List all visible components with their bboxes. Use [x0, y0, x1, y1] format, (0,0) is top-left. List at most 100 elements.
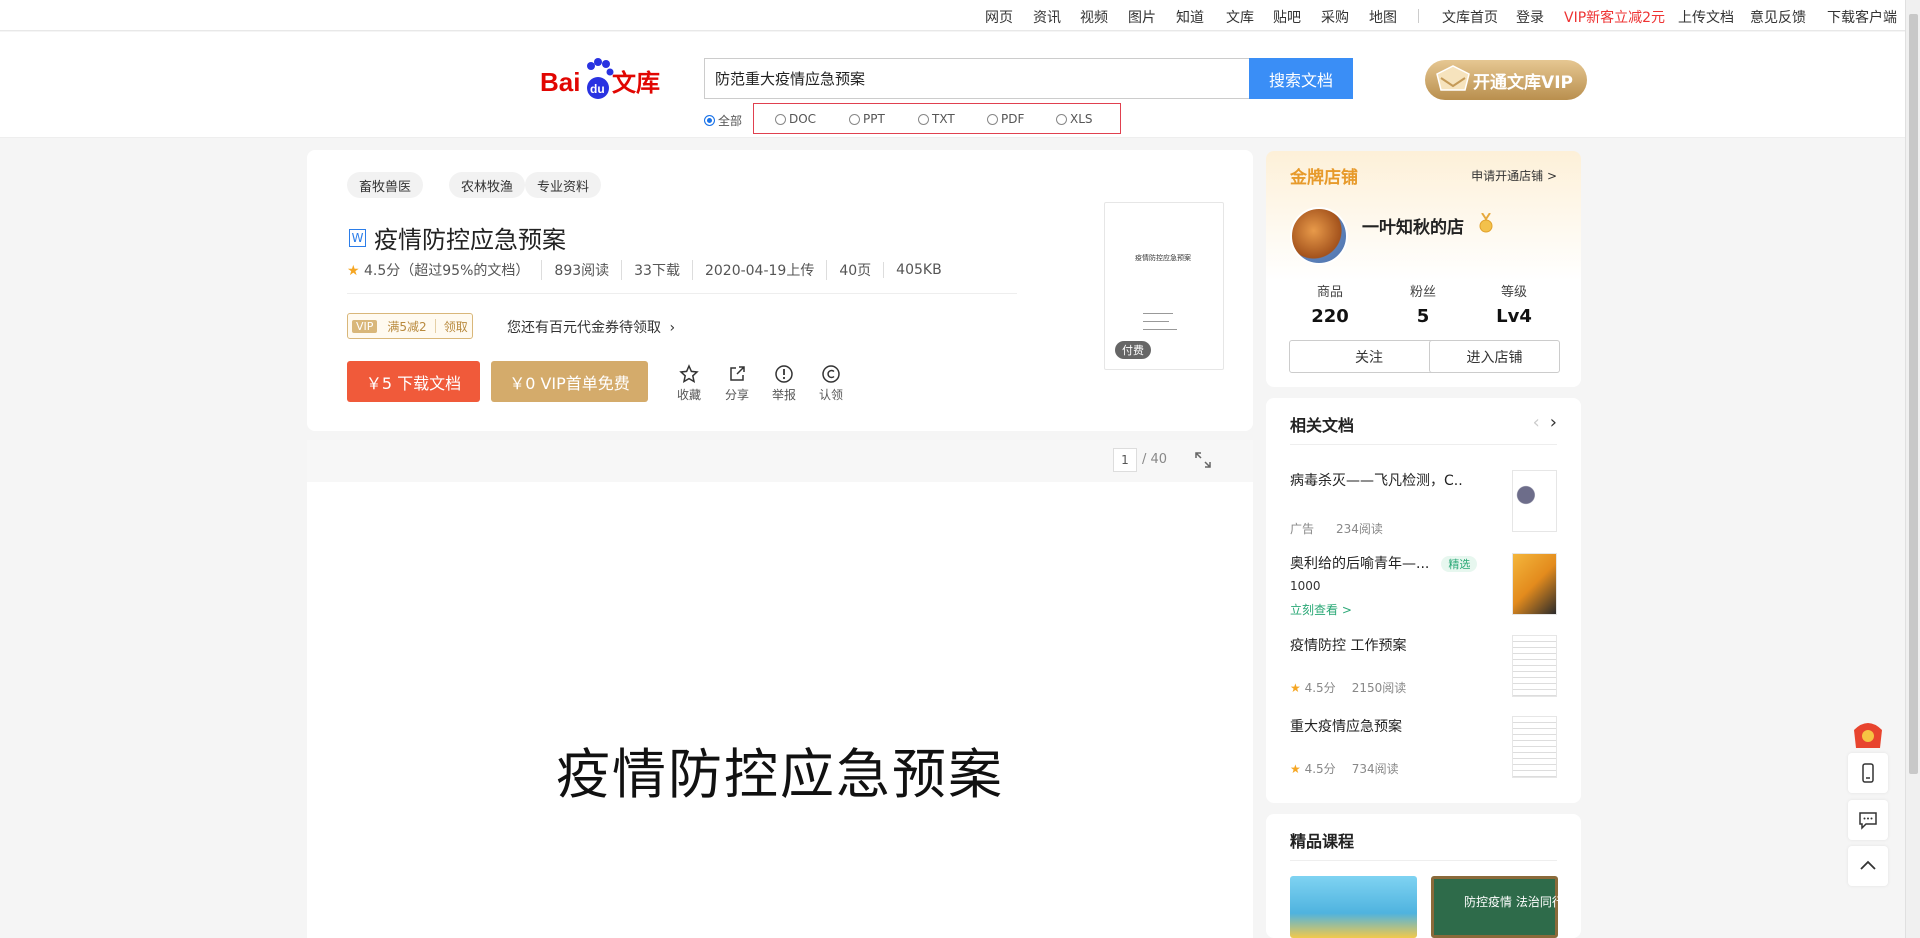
nav-link-upload[interactable]: 上传文档	[1678, 7, 1734, 27]
nav-link-map[interactable]: 地图	[1369, 7, 1397, 27]
coupon-hint-link[interactable]: 您还有百元代金券待领取 ›	[507, 317, 675, 337]
chevron-right-icon[interactable]: ›	[1550, 412, 1557, 433]
related-item[interactable]: 奥利给的后喻青年—... 精选 1000 立刻查看 >	[1290, 553, 1557, 623]
reader-toolbar: 1 / 40	[307, 440, 1253, 482]
file-size: 405KB	[883, 262, 954, 278]
nav-link-images[interactable]: 图片	[1128, 7, 1156, 27]
download-button[interactable]: ￥5 下载文档	[347, 361, 480, 402]
share-button[interactable]: 分享	[717, 364, 757, 403]
nav-link-video[interactable]: 视频	[1080, 7, 1108, 27]
nav-link-vip-offer[interactable]: VIP新客立减2元	[1564, 7, 1665, 27]
search-input[interactable]	[705, 59, 1250, 98]
follow-button[interactable]: 关注	[1289, 340, 1449, 373]
document-title-text: 疫情防控应急预案	[374, 226, 566, 254]
fullscreen-icon[interactable]	[1193, 450, 1213, 470]
tag-professional[interactable]: 专业资料	[525, 172, 602, 198]
related-item[interactable]: 疫情防控 工作预案 ★ 4.5分 2150阅读	[1290, 635, 1557, 705]
scrollbar-thumb[interactable]	[1909, 14, 1918, 774]
back-to-top-button[interactable]	[1848, 846, 1888, 886]
favorite-button[interactable]: 收藏	[669, 364, 709, 403]
course-thumbnail[interactable]: 防控疫情 法治同行	[1431, 876, 1564, 938]
upload-date: 2020-04-19上传	[691, 260, 826, 280]
vip-open-banner[interactable]: 开通文库VIP	[1425, 60, 1587, 100]
claim-button[interactable]: 认领	[811, 364, 851, 403]
carousel-arrows: ‹ ›	[1533, 412, 1557, 433]
document-meta: ★ 4.5分（超过95%的文档） 893阅读 33下载 2020-04-19上传…	[347, 260, 954, 280]
nav-link-tieba[interactable]: 贴吧	[1273, 7, 1301, 27]
related-item[interactable]: 病毒杀灭——飞凡检测，C.. 广告 234阅读	[1290, 470, 1557, 540]
top-nav: 网页 资讯 视频 图片 知道 文库 贴吧 采购 地图 文库首页 登录 VIP新客…	[0, 0, 1905, 31]
coupon-offer: 满5减2	[387, 319, 427, 334]
chevron-up-icon	[1860, 860, 1876, 870]
related-item[interactable]: 重大疫情应急预案 ★ 4.5分 734阅读	[1290, 716, 1557, 786]
star-icon: ★	[1290, 762, 1301, 776]
page-number-input[interactable]: 1	[1113, 448, 1137, 472]
phone-icon	[1862, 763, 1874, 783]
nav-link-zhidao[interactable]: 知道	[1176, 7, 1204, 27]
nav-link-login[interactable]: 登录	[1516, 7, 1544, 27]
shop-card: 金牌店铺 申请开通店铺 > 一叶知秋的店 商品 220 粉丝 5 等级 Lv4 …	[1266, 151, 1581, 387]
red-envelope-icon[interactable]	[1848, 713, 1888, 753]
related-docs-card: 相关文档 ‹ › 病毒杀灭——飞凡检测，C.. 广告 234阅读 奥利给的后喻青年…	[1266, 398, 1581, 803]
gold-shop-label: 金牌店铺	[1290, 168, 1358, 188]
vip-gift-icon	[1436, 65, 1470, 91]
read-count: 893阅读	[541, 260, 621, 280]
shop-name[interactable]: 一叶知秋的店	[1362, 213, 1464, 238]
nav-link-news[interactable]: 资讯	[1033, 7, 1061, 27]
document-info-card: 畜牧兽医 农林牧渔 专业资料 W 疫情防控应急预案 ★ 4.5分（超过95%的文…	[307, 150, 1253, 431]
related-thumbnail	[1512, 635, 1557, 697]
page-count: 40页	[826, 260, 883, 280]
featured-badge: 精选	[1441, 556, 1478, 572]
vip-free-button[interactable]: ￥0 VIP首单免费	[491, 361, 648, 402]
feedback-chat-button[interactable]	[1848, 800, 1888, 840]
nav-link-download-client[interactable]: 下载客户端	[1827, 7, 1897, 27]
filetype-all[interactable]: 全部	[704, 112, 742, 129]
related-thumbnail	[1512, 716, 1557, 778]
document-reader: 1 / 40 疫情防控应急预案	[307, 440, 1253, 938]
courses-card: 精品课程 防控疫情 法治同行	[1266, 814, 1581, 938]
nav-link-wenku[interactable]: 文库	[1226, 7, 1254, 27]
nav-link-feedback[interactable]: 意见反馈	[1750, 7, 1806, 27]
chat-icon	[1859, 812, 1877, 830]
paid-badge: 付费	[1115, 341, 1151, 359]
gold-medal-icon	[1479, 213, 1493, 233]
nav-link-web[interactable]: 网页	[985, 7, 1013, 27]
document-title: W 疫情防控应急预案	[349, 220, 566, 255]
radio-selected-icon	[704, 115, 715, 126]
view-now-link[interactable]: 立刻查看 >	[1290, 601, 1352, 618]
courses-title: 精品课程	[1290, 832, 1355, 851]
svg-text:文库: 文库	[612, 69, 660, 97]
vip-coupon[interactable]: VIP 满5减2 领取	[347, 313, 473, 339]
download-count: 33下载	[621, 260, 692, 280]
svg-text:du: du	[590, 82, 605, 96]
svg-text:Bai: Bai	[540, 67, 580, 97]
share-icon	[730, 366, 745, 381]
mobile-app-button[interactable]	[1848, 753, 1888, 793]
shop-avatar[interactable]	[1290, 207, 1348, 265]
divider	[347, 293, 1017, 294]
related-docs-title: 相关文档	[1290, 416, 1355, 435]
highlight-box	[753, 103, 1121, 134]
star-icon: ★	[1290, 681, 1301, 695]
word-doc-icon: W	[349, 228, 366, 247]
stat-fans: 粉丝 5	[1409, 285, 1436, 327]
coupon-claim[interactable]: 领取	[444, 318, 468, 335]
search-button[interactable]: 搜索文档	[1249, 58, 1353, 99]
tag-agriculture[interactable]: 农林牧渔	[449, 172, 526, 198]
enter-shop-button[interactable]: 进入店铺	[1429, 340, 1560, 373]
nav-link-purchase[interactable]: 采购	[1321, 7, 1349, 27]
document-thumbnail[interactable]: 疫情防控应急预案 付费	[1104, 202, 1224, 370]
thumbnail-title: 疫情防控应急预案	[1135, 254, 1191, 262]
nav-link-wenku-home[interactable]: 文库首页	[1442, 7, 1498, 27]
vertical-scrollbar[interactable]	[1905, 0, 1920, 938]
vip-badge: VIP	[352, 319, 378, 333]
baidu-wenku-logo[interactable]: Bai du 文库	[540, 52, 680, 102]
report-button[interactable]: 举报	[764, 364, 804, 403]
rating: ★ 4.5分（超过95%的文档）	[347, 263, 530, 279]
tag-animal-husbandry[interactable]: 畜牧兽医	[347, 172, 424, 198]
apply-shop-link[interactable]: 申请开通店铺 >	[1471, 167, 1557, 184]
chevron-left-icon[interactable]: ‹	[1533, 412, 1540, 433]
page-total: / 40	[1142, 452, 1168, 467]
nav-divider	[1418, 9, 1419, 23]
course-thumbnail[interactable]	[1290, 876, 1417, 938]
